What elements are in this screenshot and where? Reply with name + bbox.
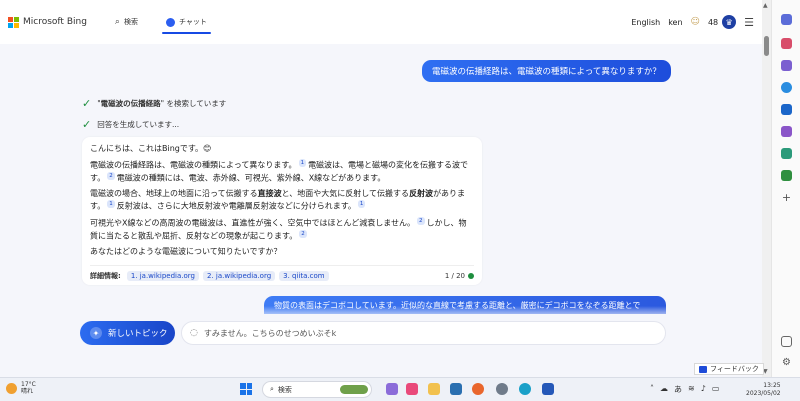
search-icon: ⌕ bbox=[114, 17, 120, 27]
scroll-fade bbox=[0, 306, 762, 320]
answer-sources: 詳細情報: 1. ja.wikipedia.org 2. ja.wikipedi… bbox=[90, 265, 474, 281]
turn-counter: 1 / 20 bbox=[445, 272, 474, 280]
chat-icon bbox=[165, 17, 175, 27]
wifi-icon[interactable]: ≋ bbox=[688, 384, 695, 395]
outlook-icon[interactable] bbox=[781, 104, 792, 115]
file-explorer-icon[interactable] bbox=[428, 383, 440, 395]
cloud-icon[interactable]: ☁ bbox=[660, 384, 668, 395]
clock-time: 13:25 bbox=[763, 382, 781, 389]
volume-icon[interactable]: ♪ bbox=[701, 384, 706, 395]
feedback-icon bbox=[699, 365, 707, 373]
source-link[interactable]: 1. ja.wikipedia.org bbox=[126, 270, 199, 281]
system-tray: ˄ ☁ あ ≋ ♪ ▭ bbox=[650, 384, 719, 395]
status-generating-text: 回答を生成しています... bbox=[97, 120, 180, 129]
sun-icon bbox=[6, 382, 17, 394]
clock-date: 2023/05/02 bbox=[746, 390, 781, 397]
answer-paragraph-2: 電磁波の場合、地球上の地面に沿って伝搬する直接波と、地面や大気に反射して伝搬する… bbox=[90, 189, 466, 211]
page-scrollbar[interactable]: ▲ ▼ bbox=[762, 0, 771, 377]
weather-condition: 晴れ bbox=[21, 388, 34, 395]
checkmark-icon: ✓ bbox=[82, 118, 92, 131]
answer-greeting: こんにちは、これはBingです。😊 bbox=[90, 144, 212, 153]
shopping-icon[interactable] bbox=[781, 148, 792, 159]
top-header: Microsoft Bing ⌕ 検索 チャット English ken ☺ 4… bbox=[0, 0, 762, 44]
status-searching-text: "電磁波の伝播経路" を検索しています bbox=[97, 99, 227, 108]
tree-icon[interactable] bbox=[781, 170, 792, 181]
source-link[interactable]: 2. ja.wikipedia.org bbox=[202, 270, 276, 281]
copilot-icon[interactable] bbox=[781, 82, 792, 93]
status-generating: ✓ 回答を生成しています... bbox=[82, 118, 179, 131]
user-avatar-icon[interactable]: ☺ bbox=[691, 17, 700, 27]
weather-widget[interactable]: 17°C 晴れ bbox=[6, 381, 36, 395]
answer-question: あなたはどのような電磁波について知りたいですか？ bbox=[90, 247, 282, 257]
language-link[interactable]: English bbox=[631, 18, 660, 27]
chat-composer[interactable]: ◌ bbox=[181, 321, 666, 345]
rewards-button[interactable]: 48 ♛ bbox=[707, 15, 737, 29]
tab-chat[interactable]: チャット bbox=[161, 0, 211, 44]
citation-badge[interactable]: 2 bbox=[107, 171, 115, 180]
sidebar-layout-icon[interactable] bbox=[781, 336, 792, 347]
windows-taskbar: 17°C 晴れ ⌕ 検索 ˄ ☁ あ ≋ ♪ ▭ 13:25 2023/05/0… bbox=[0, 377, 800, 401]
answer-paragraph-3: 可視光やX線などの高周波の電磁波は、直進性が強く、空気中ではほとんど減衰しません… bbox=[90, 216, 467, 241]
taskbar-search[interactable]: ⌕ 検索 bbox=[262, 381, 372, 398]
status-searching: ✓ "電磁波の伝播経路" を検索しています bbox=[82, 97, 226, 110]
new-topic-label: 新しいトピック bbox=[108, 329, 168, 339]
tag-icon[interactable] bbox=[781, 14, 792, 25]
new-topic-button[interactable]: ✦ 新しいトピック bbox=[80, 321, 175, 345]
edge-browser-icon[interactable] bbox=[519, 383, 531, 395]
hamburger-menu-icon[interactable]: ☰ bbox=[744, 16, 754, 29]
answer-paragraph-1: 電磁波の伝播経路は、電磁波の種類によって異なります。 1 電磁波は、電場と磁場の変化… bbox=[90, 159, 469, 183]
bing-answer-card: こんにちは、これはBingです。😊 電磁波の伝播経路は、電磁波の種類によって異な… bbox=[82, 137, 482, 285]
source-link[interactable]: 3. qiita.com bbox=[279, 270, 329, 281]
edge-sidebar: + ⚙ bbox=[771, 0, 800, 377]
windows-start-icon[interactable] bbox=[240, 383, 252, 395]
broom-icon: ✦ bbox=[90, 327, 102, 339]
word-app-icon[interactable] bbox=[542, 383, 554, 395]
designer-icon[interactable] bbox=[781, 126, 792, 137]
tab-search[interactable]: ⌕ 検索 bbox=[115, 0, 138, 44]
bing-logo[interactable]: Microsoft Bing bbox=[8, 16, 87, 28]
firefox-icon[interactable] bbox=[472, 383, 484, 395]
header-actions: English ken ☺ 48 ♛ ☰ bbox=[631, 15, 754, 29]
brand-name: Microsoft Bing bbox=[23, 17, 87, 27]
leaf-decoration-icon bbox=[340, 385, 368, 394]
feedback-button[interactable]: フィードバック bbox=[694, 363, 764, 375]
citation-badge[interactable]: 1 bbox=[107, 200, 115, 209]
user-message-bubble: 電磁波の伝播経路は、電磁波の種類によって異なりますか？ bbox=[422, 60, 671, 82]
battery-icon[interactable]: ▭ bbox=[712, 384, 720, 395]
settings-app-icon[interactable] bbox=[496, 383, 508, 395]
rewards-points: 48 bbox=[707, 17, 719, 27]
scroll-up-icon[interactable]: ▲ bbox=[763, 2, 768, 9]
person-icon[interactable] bbox=[781, 60, 792, 71]
task-view-icon[interactable] bbox=[386, 383, 398, 395]
tab-search-label: 検索 bbox=[123, 18, 138, 26]
music-app-icon[interactable] bbox=[406, 383, 418, 395]
chat-input[interactable] bbox=[203, 328, 634, 338]
rewards-trophy-icon: ♛ bbox=[722, 15, 737, 29]
more-info-label: 詳細情報: bbox=[90, 271, 121, 280]
checkmark-icon: ✓ bbox=[82, 97, 92, 110]
feedback-label: フィードバック bbox=[710, 365, 759, 373]
citation-badge[interactable]: 2 bbox=[299, 229, 307, 238]
search-icon: ⌕ bbox=[270, 385, 274, 393]
add-icon[interactable]: + bbox=[781, 192, 792, 203]
citation-badge[interactable]: 2 bbox=[417, 216, 425, 225]
tab-chat-label: チャット bbox=[178, 18, 207, 26]
taskbar-search-label: 検索 bbox=[277, 385, 292, 394]
taskbar-clock[interactable]: 13:25 2023/05/02 bbox=[746, 382, 781, 398]
toolbox-icon[interactable] bbox=[781, 38, 792, 49]
chat-bubble-icon: ◌ bbox=[190, 328, 198, 338]
user-name[interactable]: ken bbox=[668, 18, 682, 27]
film-app-icon[interactable] bbox=[450, 383, 462, 395]
microsoft-logo-icon bbox=[8, 16, 19, 28]
ime-indicator[interactable]: あ bbox=[674, 384, 682, 395]
status-dot-icon bbox=[468, 272, 474, 279]
chevron-up-icon[interactable]: ˄ bbox=[650, 384, 654, 395]
temperature: 17°C bbox=[21, 381, 36, 388]
settings-gear-icon[interactable]: ⚙ bbox=[781, 357, 792, 368]
citation-badge[interactable]: 1 bbox=[298, 159, 307, 167]
citation-badge[interactable]: 1 bbox=[357, 200, 366, 209]
scroll-thumb[interactable] bbox=[764, 36, 769, 56]
